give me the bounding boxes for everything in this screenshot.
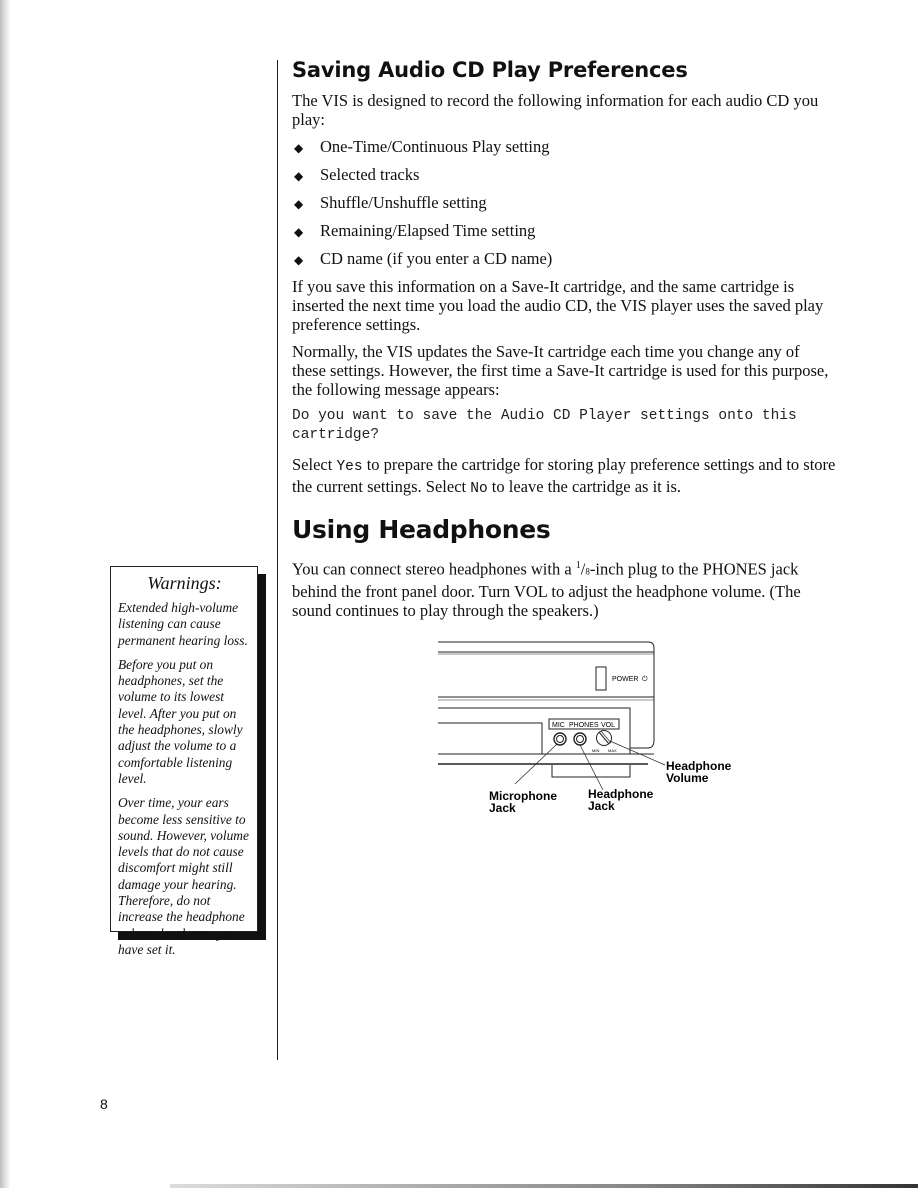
page-scan-bottom-edge <box>170 1184 918 1188</box>
list-item: ◆ Selected tracks <box>292 165 837 184</box>
list-item: ◆ CD name (if you enter a CD name) <box>292 249 837 268</box>
page-scan-edge <box>0 0 10 1188</box>
list-item-text: Selected tracks <box>320 165 420 184</box>
microphone-jack-inner <box>556 735 564 743</box>
headphone-jack-callout-2: Jack <box>588 799 615 813</box>
min-label: MIN <box>592 748 599 753</box>
saving-para-cartridge: If you save this information on a Save-I… <box>292 277 824 334</box>
text-run: You can connect stereo headphones with a <box>292 559 576 579</box>
yes-option-code: Yes <box>336 459 363 475</box>
diamond-bullet-icon: ◆ <box>294 225 304 239</box>
power-label: POWER <box>612 676 638 683</box>
warnings-sidebar: Warnings: Extended high-volume listening… <box>110 566 258 957</box>
headphone-jack-icon <box>573 732 587 746</box>
saving-intro: The VIS is designed to record the follow… <box>292 91 819 129</box>
vol-label: VOL <box>601 722 615 729</box>
list-item-text: Remaining/Elapsed Time setting <box>320 221 536 240</box>
power-symbol-icon: ⏻ <box>642 675 648 683</box>
page-number: 8 <box>100 1096 108 1112</box>
warning-paragraph: Over time, your ears become less sensiti… <box>118 795 249 957</box>
diamond-bullet-icon: ◆ <box>294 169 304 183</box>
microphone-jack-icon <box>553 732 567 746</box>
saving-para-normally: Normally, the VIS updates the Save-It ca… <box>292 342 829 399</box>
list-item: ◆ Shuffle/Unshuffle setting <box>292 193 837 212</box>
front-panel-figure: POWER ⏻ MIC PHONES VOL MIN MAX Microphon… <box>420 630 750 820</box>
no-option-code: No <box>470 481 488 497</box>
microphone-jack-callout-2: Jack <box>489 801 516 815</box>
power-button-icon <box>595 666 607 691</box>
list-item-text: One-Time/Continuous Play setting <box>320 137 550 156</box>
heading-saving-preferences: Saving Audio CD Play Preferences <box>292 58 688 82</box>
headphone-volume-callout-2: Volume <box>666 771 709 785</box>
heading-using-headphones: Using Headphones <box>292 515 551 544</box>
diamond-bullet-icon: ◆ <box>294 253 304 267</box>
warnings-title: Warnings: <box>147 573 222 593</box>
cartridge-message: Do you want to save the Audio CD Player … <box>292 408 797 443</box>
preference-list: ◆ One-Time/Continuous Play setting ◆ Selec… <box>292 137 837 268</box>
list-item: ◆ Remaining/Elapsed Time setting <box>292 221 837 240</box>
max-label: MAX <box>608 748 617 753</box>
mic-label: MIC <box>552 722 565 729</box>
warning-paragraph: Before you put on headphones, set the vo… <box>118 656 243 786</box>
callout-line-volume <box>609 740 666 766</box>
main-column: Saving Audio CD Play Preferences The VIS… <box>292 58 837 628</box>
volume-knob-pointer <box>598 731 610 745</box>
text-run: Select <box>292 455 337 474</box>
text-run: to leave the cartridge as it is. <box>487 477 681 496</box>
headphones-para: You can connect stereo headphones with a… <box>292 556 837 620</box>
column-divider <box>277 60 278 1060</box>
warning-paragraph: Extended high-volume listening can cause… <box>118 600 248 648</box>
list-item: ◆ One-Time/Continuous Play setting <box>292 137 837 156</box>
saving-para-select: Select Yes to prepare the cartridge for … <box>292 455 837 499</box>
headphone-jack-inner <box>576 735 584 743</box>
diamond-bullet-icon: ◆ <box>294 141 304 155</box>
list-item-text: Shuffle/Unshuffle setting <box>320 193 487 212</box>
front-panel-drawing: POWER ⏻ MIC PHONES VOL MIN MAX Microphon… <box>438 641 732 815</box>
disc-tray <box>438 722 543 754</box>
case-outline <box>438 641 655 749</box>
list-item-text: CD name (if you enter a CD name) <box>320 249 553 268</box>
phones-label: PHONES <box>569 722 599 729</box>
diamond-bullet-icon: ◆ <box>294 197 304 211</box>
